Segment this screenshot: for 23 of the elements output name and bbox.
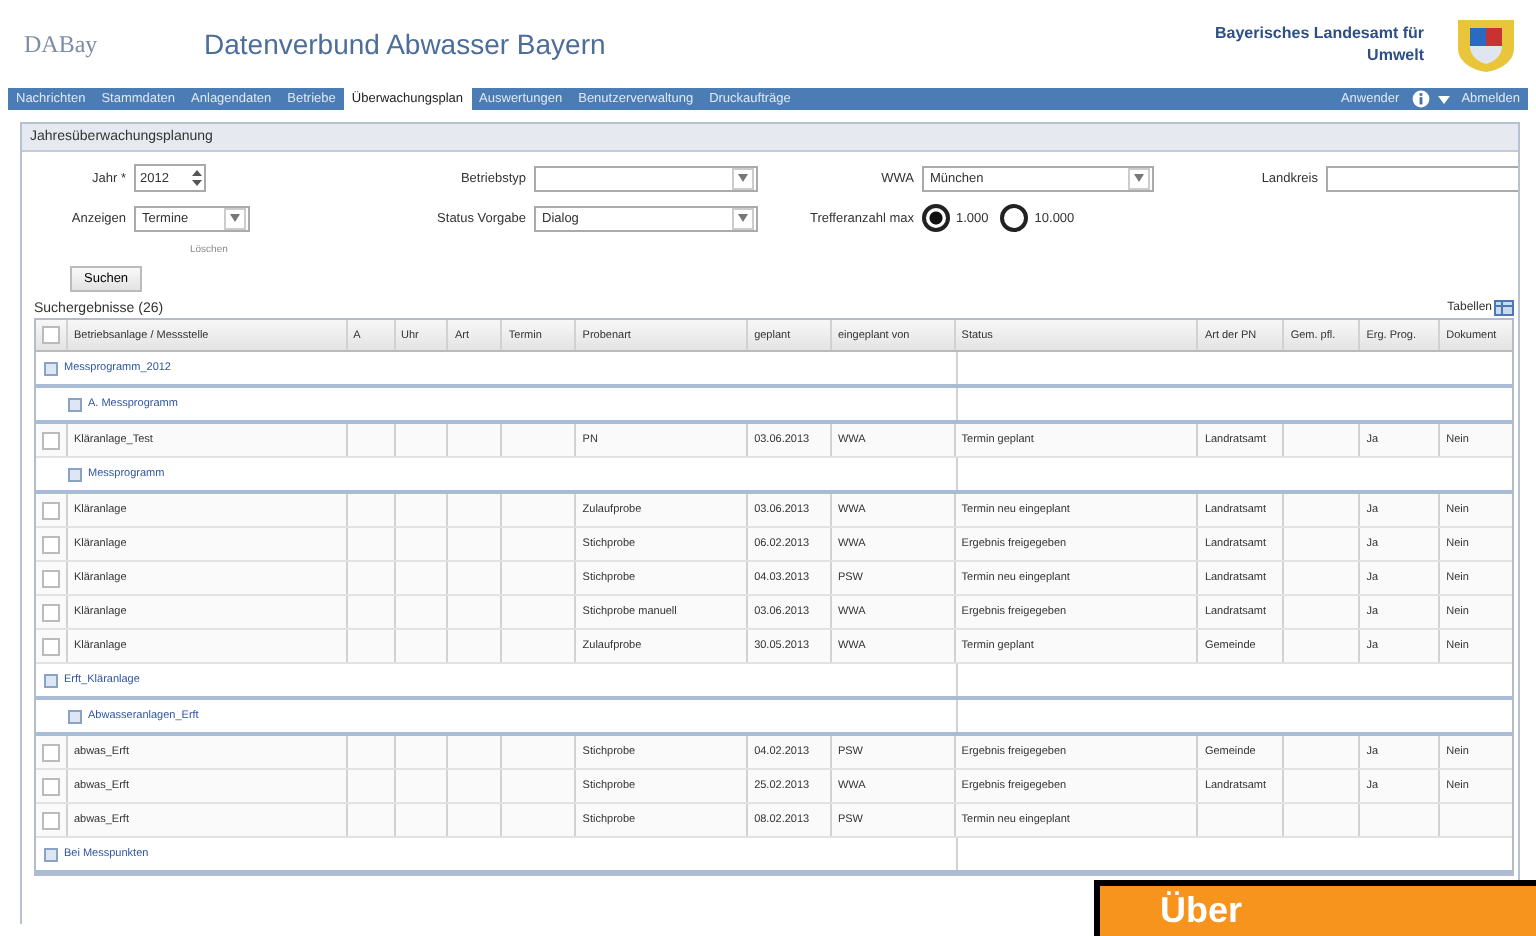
info-icon[interactable] [1411, 90, 1430, 108]
dropdown-field[interactable] [534, 165, 758, 191]
logo-text: DABay [24, 29, 100, 59]
checkbox[interactable] [42, 431, 60, 449]
checkbox[interactable] [42, 811, 60, 829]
checkbox[interactable] [42, 569, 60, 587]
banner-text: Über [1160, 888, 1245, 932]
dropdown-field[interactable] [1326, 165, 1518, 191]
coat-of-arms-icon [1452, 14, 1520, 74]
caret-icon[interactable] [1437, 93, 1450, 105]
checkbox[interactable] [42, 637, 60, 655]
spinner-arrows-icon[interactable] [190, 166, 204, 190]
checkbox[interactable] [42, 326, 60, 344]
checkbox[interactable] [42, 603, 60, 621]
agency-name: Bayerisches Landesamt für Umwelt [1213, 22, 1424, 66]
checkbox[interactable] [42, 743, 60, 761]
checkbox[interactable] [42, 501, 60, 519]
checkbox[interactable] [42, 777, 60, 795]
radio-button[interactable] [1000, 204, 1029, 232]
table-icon[interactable] [1494, 300, 1514, 316]
site-title: Datenverbund Abwasser Bayern [204, 28, 606, 60]
checkbox[interactable] [42, 535, 60, 553]
radio-button[interactable] [922, 204, 950, 232]
